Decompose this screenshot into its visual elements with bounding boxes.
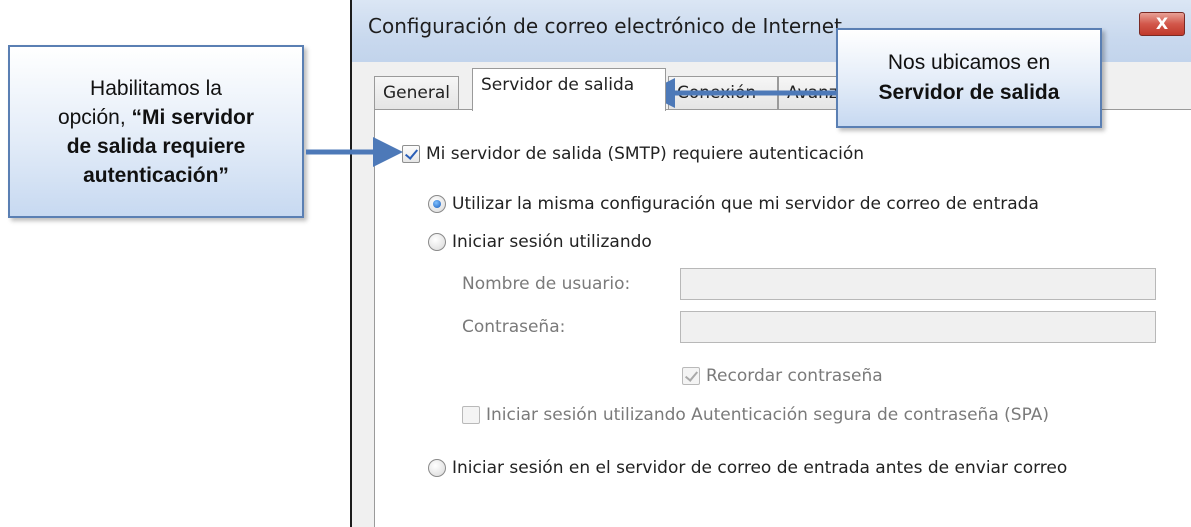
tab-general[interactable]: General — [374, 76, 459, 110]
dialog-title: Configuración de correo electrónico de I… — [368, 14, 842, 38]
login-before-send-option[interactable]: Iniciar sesión en el servidor de correo … — [428, 458, 1067, 478]
tab-outgoing-server[interactable]: Servidor de salida — [472, 68, 666, 111]
password-field[interactable] — [680, 311, 1156, 343]
smtp-auth-label: Mi servidor de salida (SMTP) requiere au… — [426, 144, 865, 164]
login-using-radio[interactable] — [428, 233, 446, 251]
remember-password-checkbox[interactable] — [682, 367, 700, 385]
username-field[interactable] — [680, 268, 1156, 300]
password-label: Contraseña: — [462, 317, 566, 337]
same-config-radio[interactable] — [428, 195, 446, 213]
same-config-label: Utilizar la misma configuración que mi s… — [452, 194, 1039, 214]
same-config-option[interactable]: Utilizar la misma configuración que mi s… — [428, 194, 1039, 214]
callout-left-line2-prefix: opción, — [57, 105, 132, 129]
login-before-send-radio[interactable] — [428, 459, 446, 477]
username-label: Nombre de usuario: — [462, 274, 631, 294]
callout-left-line2-bold: “Mi servidor — [131, 105, 255, 129]
callout-left-line4: autenticación” — [83, 163, 229, 187]
dialog-body: General Servidor de salida Conexión Avan… — [352, 62, 1191, 527]
callout-left-line2: opción, “Mi servidor — [16, 103, 296, 132]
spa-option[interactable]: Iniciar sesión utilizando Autenticación … — [462, 405, 1049, 425]
tab-advanced[interactable]: Avanzadas — [778, 76, 844, 110]
login-using-option[interactable]: Iniciar sesión utilizando — [428, 232, 652, 252]
callout-right-line2: Servidor de salida — [878, 81, 1060, 104]
tab-connection[interactable]: Conexión — [668, 76, 778, 110]
smtp-auth-checkbox[interactable] — [402, 145, 420, 163]
callout-enable-option: Habilitamos la opción, “Mi servidor de s… — [8, 45, 304, 218]
callout-locate-tab: Nos ubicamos en Servidor de salida — [836, 28, 1102, 128]
remember-password-label: Recordar contraseña — [706, 366, 883, 386]
callout-right-line1: Nos ubicamos en — [887, 51, 1051, 74]
login-using-label: Iniciar sesión utilizando — [452, 232, 652, 252]
callout-left-line1: Habilitamos la — [90, 76, 222, 100]
smtp-auth-option[interactable]: Mi servidor de salida (SMTP) requiere au… — [402, 144, 864, 164]
spa-checkbox[interactable] — [462, 406, 480, 424]
close-button[interactable]: X — [1139, 12, 1185, 36]
remember-password-option[interactable]: Recordar contraseña — [682, 366, 883, 386]
spa-label: Iniciar sesión utilizando Autenticación … — [486, 405, 1049, 425]
login-before-send-label: Iniciar sesión en el servidor de correo … — [452, 458, 1068, 478]
callout-left-line3: de salida requiere — [66, 134, 246, 158]
